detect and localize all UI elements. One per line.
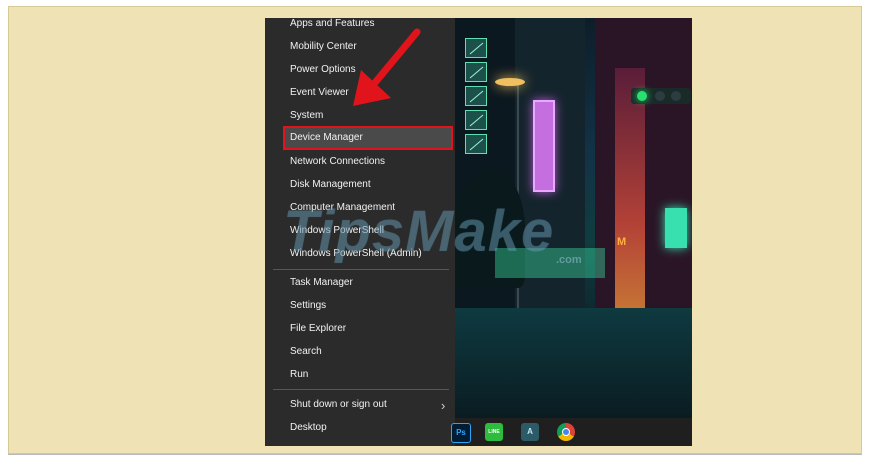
neon-strip <box>615 68 645 328</box>
window-tile <box>465 134 487 154</box>
line-icon[interactable]: LINE <box>485 423 503 441</box>
menu-item-settings[interactable]: Settings <box>265 295 455 317</box>
neon-sign <box>533 100 555 192</box>
frame-rule <box>8 454 862 455</box>
watermark-logo: TipsMake <box>283 199 555 264</box>
menu-item-disk-management[interactable]: Disk Management <box>265 174 455 196</box>
window-tile <box>465 110 487 130</box>
sign-letter: M <box>617 236 627 248</box>
window-tile <box>465 62 487 82</box>
menu-item-desktop[interactable]: Desktop <box>265 417 455 439</box>
menu-item-device-manager[interactable]: Device Manager <box>265 127 455 149</box>
menu-item-file-explorer[interactable]: File Explorer <box>265 318 455 340</box>
street <box>455 308 692 418</box>
window-tile <box>465 86 487 106</box>
photoshop-icon[interactable]: Ps <box>451 423 471 443</box>
menu-item-search[interactable]: Search <box>265 341 455 363</box>
chrome-icon[interactable] <box>557 423 575 441</box>
red-arrow-annotation <box>353 28 421 106</box>
light-dot <box>655 91 665 101</box>
menu-separator <box>273 269 449 270</box>
menu-item-network-connections[interactable]: Network Connections <box>265 151 455 173</box>
window-tile <box>465 38 487 58</box>
street-lamp <box>495 78 525 86</box>
app-a-icon[interactable]: A <box>521 423 539 441</box>
menu-item-shut-down-or-sign-out[interactable]: Shut down or sign out <box>265 394 455 416</box>
chevron-right-icon: › <box>441 398 446 413</box>
chrome-center-icon <box>562 428 570 436</box>
menu-separator <box>273 389 449 390</box>
line-icon-label: LINE <box>488 429 500 435</box>
taskbar: Ps LINE A <box>451 418 692 446</box>
menu-item-run[interactable]: Run <box>265 364 455 386</box>
menu-item-task-manager[interactable]: Task Manager <box>265 272 455 294</box>
green-light <box>637 91 647 101</box>
light-dot <box>671 91 681 101</box>
green-sign <box>665 208 687 248</box>
watermark-suffix: .com <box>556 254 582 266</box>
